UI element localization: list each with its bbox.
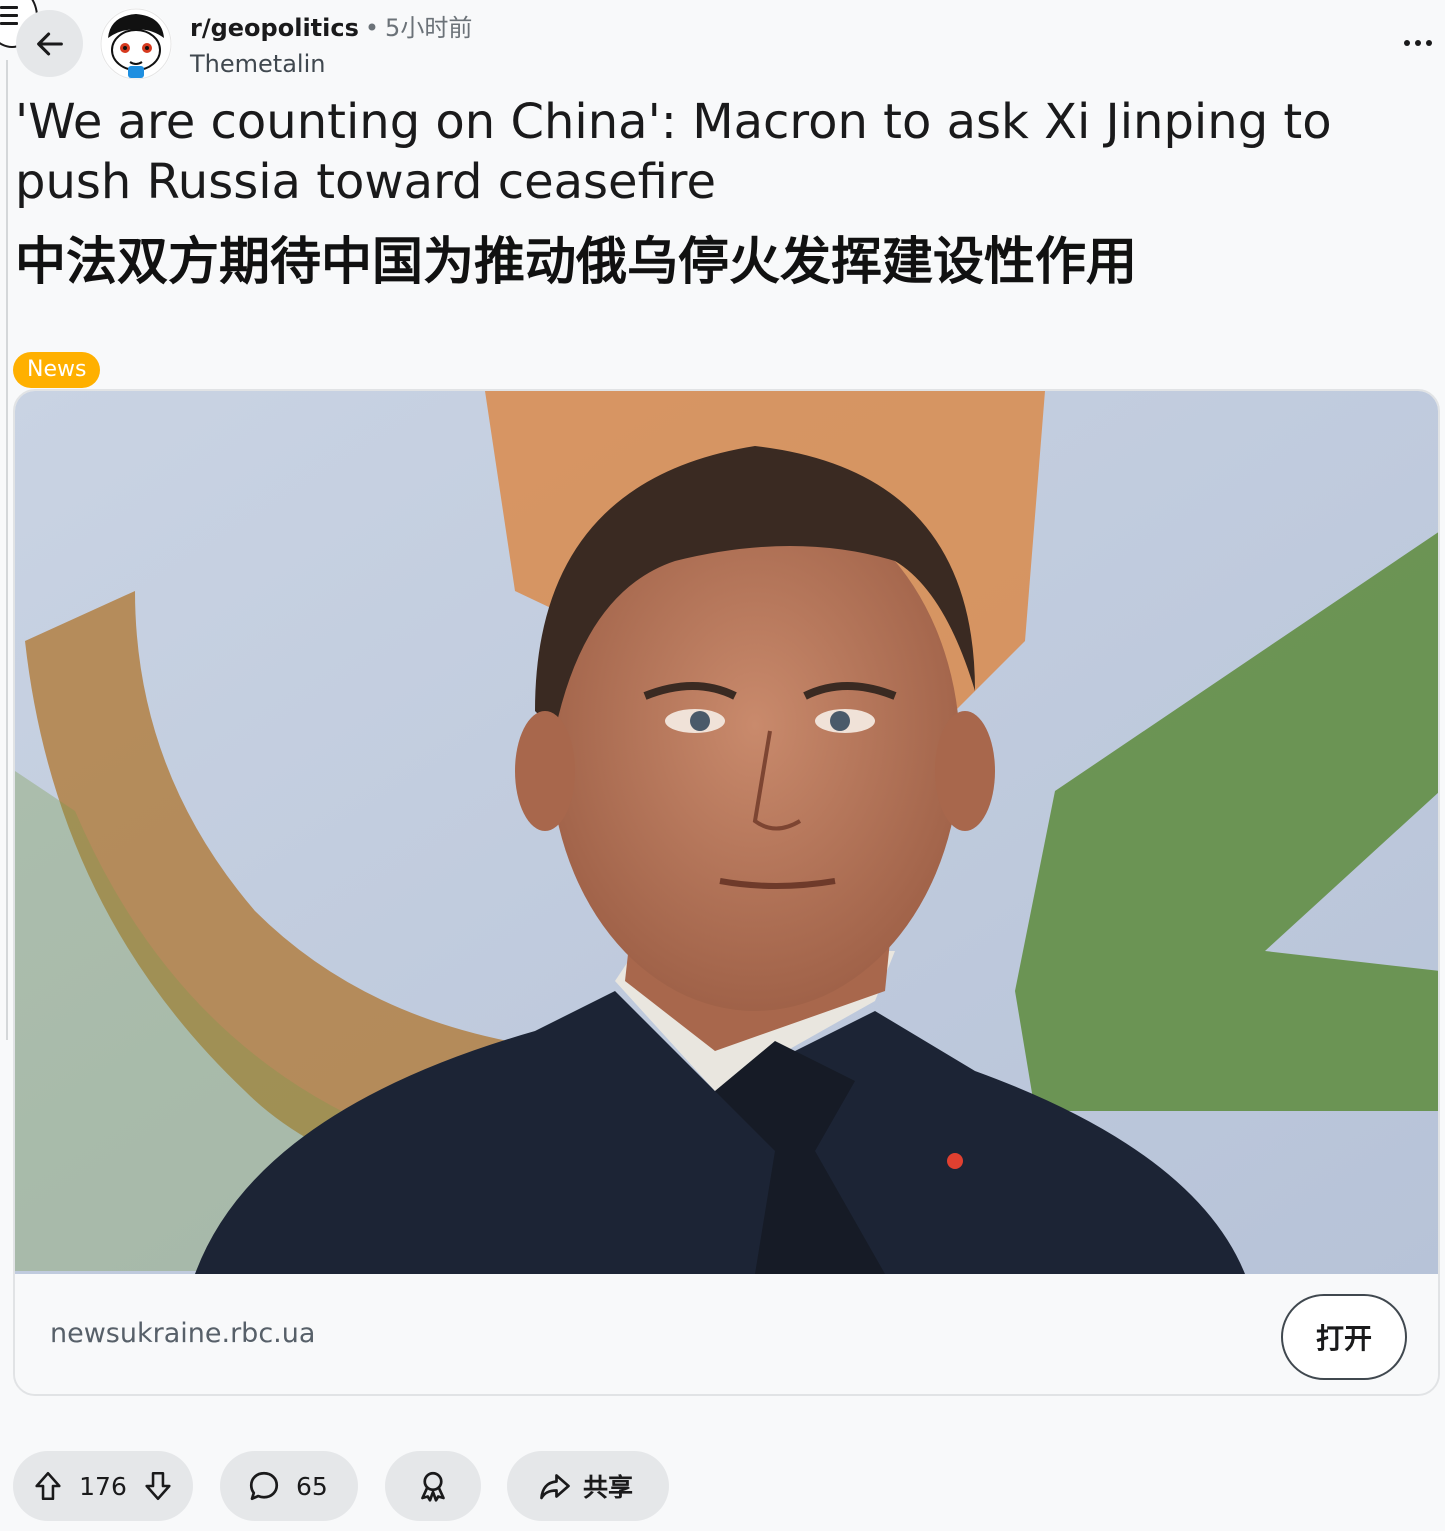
back-button[interactable] — [16, 10, 83, 77]
post-title: 'We are counting on China': Macron to as… — [15, 94, 1332, 210]
comment-count: 65 — [296, 1471, 328, 1501]
post-time: 5小时前 — [385, 14, 473, 42]
post-detail-page: r/geopolitics • 5小时前 Themetalin 'We are co… — [0, 0, 1445, 1531]
link-card-footer: newsukraine.rbc.ua 打开 — [15, 1274, 1438, 1394]
meta-separator: • — [364, 14, 380, 42]
arrow-down-icon[interactable] — [141, 1469, 175, 1503]
article-image[interactable] — [15, 391, 1440, 1274]
open-link-button[interactable]: 打开 — [1281, 1294, 1407, 1380]
link-domain[interactable]: newsukraine.rbc.ua — [50, 1318, 315, 1349]
subreddit-name[interactable]: r/geopolitics — [190, 14, 359, 42]
award-button[interactable] — [385, 1451, 481, 1521]
subreddit-avatar[interactable] — [100, 8, 172, 80]
arrow-up-icon[interactable] — [31, 1469, 65, 1503]
post-title-translation: 中法双方期待中国为推动俄乌停火发挥建设性作用 — [15, 233, 1138, 292]
comments-button[interactable]: 65 — [220, 1451, 358, 1521]
share-label: 共享 — [583, 1473, 634, 1502]
share-button[interactable]: 共享 — [507, 1451, 669, 1521]
arrow-left-icon — [36, 32, 63, 55]
vote-count: 176 — [79, 1471, 127, 1501]
post-meta: r/geopolitics • 5小时前 — [190, 12, 472, 44]
left-divider — [6, 60, 8, 1040]
more-horizontal-icon — [1404, 40, 1410, 46]
vote-group: 176 — [13, 1451, 193, 1521]
post-flair[interactable]: News — [13, 352, 101, 388]
comment-bubble-icon — [249, 1471, 279, 1501]
link-preview-card[interactable]: newsukraine.rbc.ua 打开 — [13, 389, 1440, 1396]
author-name[interactable]: Themetalin — [190, 48, 325, 80]
award-icon — [421, 1471, 445, 1502]
share-arrow-icon — [540, 1474, 570, 1500]
more-options-button[interactable] — [1396, 28, 1440, 58]
